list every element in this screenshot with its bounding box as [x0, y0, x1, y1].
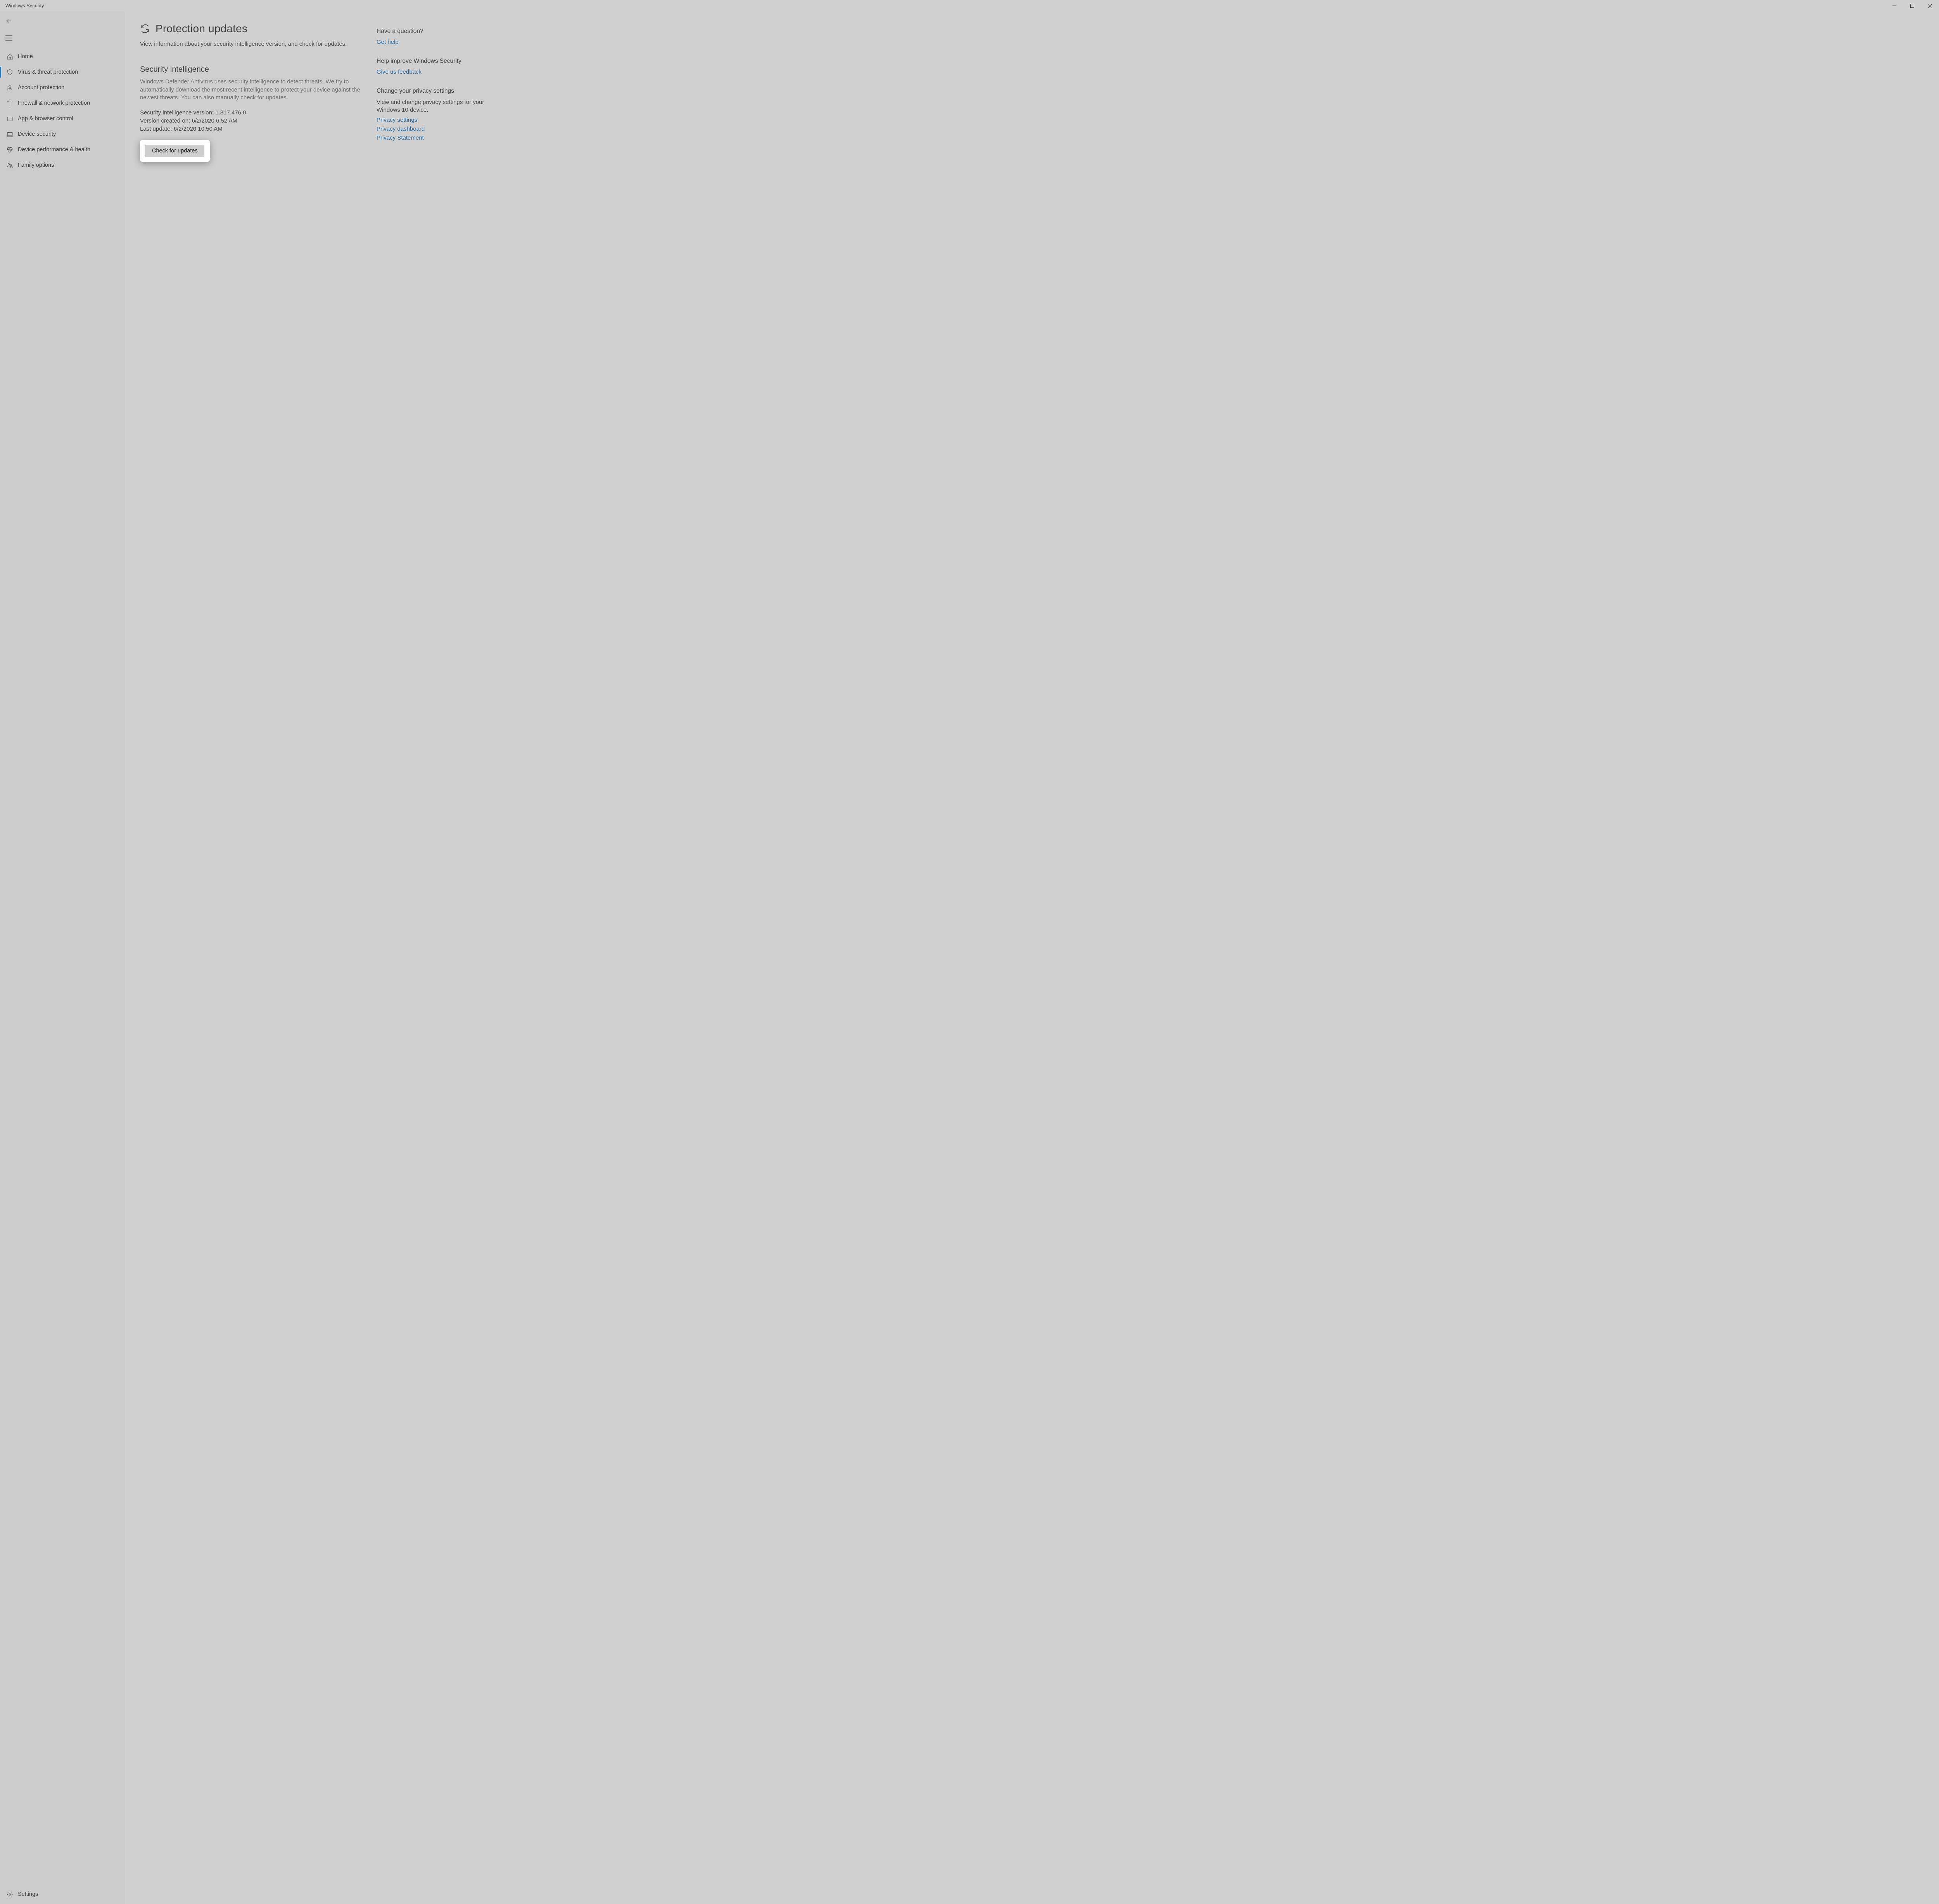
aside-question: Have a question? Get help [377, 28, 493, 45]
refresh-icon [140, 24, 150, 34]
sidebar: Home Virus & threat protection Account p… [0, 12, 124, 1904]
created-label: Version created on: [140, 118, 190, 124]
privacy-statement-link[interactable]: Privacy Statement [377, 135, 493, 141]
version-value: 1.317.476.0 [215, 109, 246, 116]
sidebar-item-label: Account protection [18, 85, 64, 91]
minimize-button[interactable] [1885, 0, 1903, 12]
sidebar-item-virus-threat[interactable]: Virus & threat protection [0, 64, 124, 80]
sidebar-item-label: Home [18, 54, 33, 60]
device-icon [5, 131, 14, 138]
privacy-dashboard-link[interactable]: Privacy dashboard [377, 126, 493, 132]
window-title: Windows Security [5, 3, 44, 9]
sidebar-item-firewall[interactable]: Firewall & network protection [0, 95, 124, 111]
aside-heading-question: Have a question? [377, 28, 493, 35]
home-icon [5, 54, 14, 60]
sidebar-item-device-security[interactable]: Device security [0, 126, 124, 142]
intelligence-details: Security intelligence version: 1.317.476… [140, 109, 361, 133]
sidebar-item-label: Virus & threat protection [18, 69, 78, 75]
page-title: Protection updates [156, 22, 247, 35]
person-icon [5, 85, 14, 91]
feedback-link[interactable]: Give us feedback [377, 69, 493, 75]
sidebar-item-app-browser[interactable]: App & browser control [0, 111, 124, 126]
close-button[interactable] [1921, 0, 1939, 12]
network-icon [5, 100, 14, 107]
family-icon [5, 162, 14, 169]
sidebar-item-account[interactable]: Account protection [0, 80, 124, 95]
aside: Have a question? Get help Help improve W… [377, 22, 508, 1904]
version-row: Security intelligence version: 1.317.476… [140, 109, 361, 117]
nav-list: Home Virus & threat protection Account p… [0, 49, 124, 173]
sidebar-item-family[interactable]: Family options [0, 157, 124, 173]
sidebar-item-settings[interactable]: Settings [0, 1885, 124, 1904]
updated-value: 6/2/2020 10:50 AM [174, 126, 223, 132]
aside-privacy-desc: View and change privacy settings for you… [377, 99, 493, 114]
titlebar: Windows Security [0, 0, 1939, 12]
created-row: Version created on: 6/2/2020 6:52 AM [140, 117, 361, 125]
app-root: Windows Security [0, 0, 1939, 1904]
shield-icon [5, 69, 14, 76]
body: Home Virus & threat protection Account p… [0, 12, 1939, 1904]
content: Protection updates View information abou… [124, 22, 377, 1904]
app-browser-icon [5, 116, 14, 122]
created-value: 6/2/2020 6:52 AM [192, 118, 237, 124]
get-help-link[interactable]: Get help [377, 39, 493, 45]
maximize-button[interactable] [1903, 0, 1921, 12]
privacy-settings-link[interactable]: Privacy settings [377, 117, 493, 123]
back-button[interactable] [0, 12, 124, 29]
page-subtitle: View information about your security int… [140, 40, 361, 48]
aside-privacy: Change your privacy settings View and ch… [377, 88, 493, 141]
sidebar-item-label: Family options [18, 162, 54, 168]
section-heading: Security intelligence [140, 65, 361, 74]
page-title-row: Protection updates [140, 22, 361, 35]
check-for-updates-button[interactable]: Check for updates [145, 145, 204, 157]
aside-heading-improve: Help improve Windows Security [377, 58, 493, 65]
gear-icon [5, 1891, 14, 1898]
aside-heading-privacy: Change your privacy settings [377, 88, 493, 95]
nav-top [0, 12, 124, 47]
version-label: Security intelligence version: [140, 109, 214, 116]
sidebar-item-performance[interactable]: Device performance & health [0, 142, 124, 157]
sidebar-item-label: App & browser control [18, 116, 73, 122]
sidebar-spacer [0, 173, 124, 1885]
aside-improve: Help improve Windows Security Give us fe… [377, 58, 493, 75]
updated-label: Last update: [140, 126, 172, 132]
main: Protection updates View information abou… [124, 12, 1939, 1904]
sidebar-item-label: Settings [18, 1891, 38, 1897]
sidebar-item-label: Firewall & network protection [18, 100, 90, 106]
sidebar-item-label: Device performance & health [18, 147, 90, 153]
highlighted-action: Check for updates [140, 140, 210, 162]
heart-rate-icon [5, 147, 14, 153]
updated-row: Last update: 6/2/2020 10:50 AM [140, 125, 361, 133]
sidebar-item-home[interactable]: Home [0, 49, 124, 64]
window-controls [1885, 0, 1939, 12]
hamburger-button[interactable] [0, 29, 124, 47]
section-desc: Windows Defender Antivirus uses security… [140, 78, 361, 102]
sidebar-item-label: Device security [18, 131, 56, 137]
